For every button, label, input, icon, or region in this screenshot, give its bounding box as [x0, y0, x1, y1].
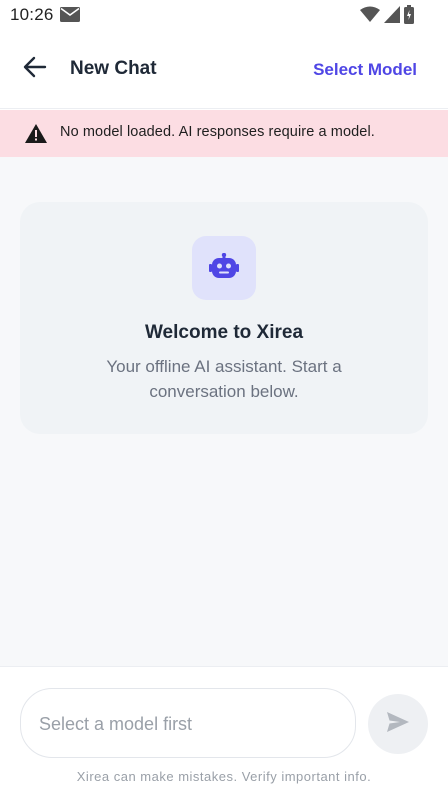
robot-icon — [209, 252, 239, 284]
send-button[interactable] — [368, 694, 428, 754]
status-time: 10:26 — [10, 5, 54, 24]
message-input[interactable] — [39, 709, 339, 739]
battery-icon — [404, 5, 414, 29]
page-title: New Chat — [70, 58, 157, 79]
welcome-card: Welcome to Xirea Your offline AI assista… — [20, 202, 428, 434]
chat-area: Welcome to Xirea Your offline AI assista… — [0, 157, 448, 666]
status-bar: 10:26 — [0, 0, 448, 30]
no-model-warning-banner: No model loaded. AI responses require a … — [0, 110, 448, 157]
welcome-subtitle: Your offline AI assistant. Start a conve… — [106, 357, 342, 401]
send-icon — [387, 711, 409, 737]
arrow-left-icon — [23, 56, 47, 83]
mail-icon — [60, 7, 80, 27]
wifi-icon — [360, 6, 380, 28]
bot-avatar — [192, 236, 256, 300]
warning-text: No model loaded. AI responses require a … — [60, 124, 375, 140]
signal-icon — [384, 6, 400, 28]
message-input-box[interactable] — [20, 688, 356, 758]
app-bar: New Chat Select Model — [0, 30, 448, 109]
select-model-button[interactable]: Select Model — [313, 60, 417, 80]
back-button[interactable] — [18, 52, 52, 86]
warning-icon — [25, 124, 47, 148]
disclaimer-text: Xirea can make mistakes. Verify importan… — [76, 769, 372, 784]
welcome-title: Welcome to Xirea — [144, 322, 304, 343]
composer-area: Xirea can make mistakes. Verify importan… — [0, 666, 448, 796]
